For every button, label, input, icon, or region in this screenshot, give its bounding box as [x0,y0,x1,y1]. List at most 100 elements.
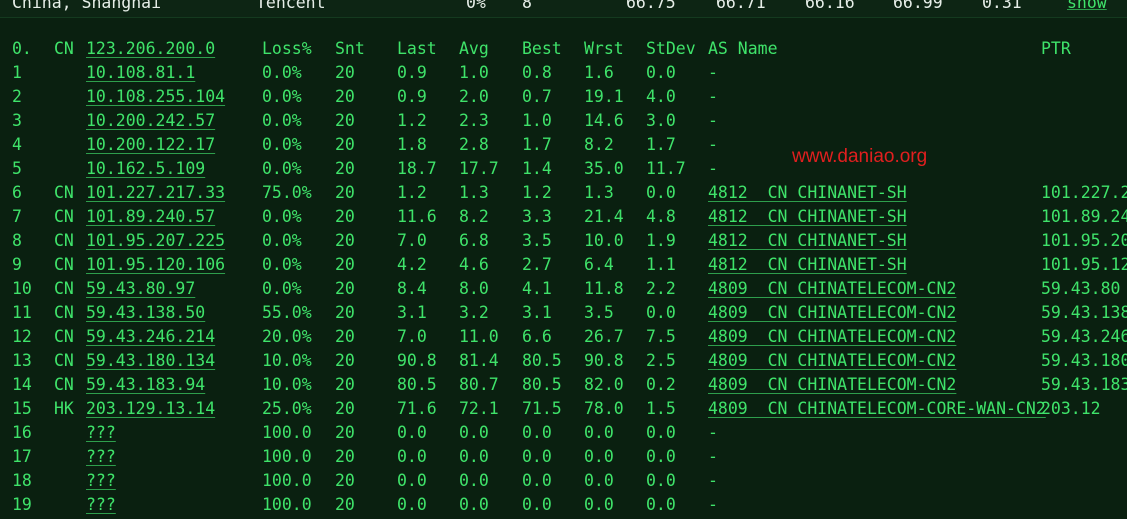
last-value: 0.0 [397,471,427,490]
hop-number: 15 [12,399,32,418]
as-name[interactable]: 4809 CN CHINATELECOM-CN2 [708,325,956,349]
best-value: 0.0 [522,495,552,514]
host-link[interactable]: 203.129.13.14 [86,397,215,421]
worst-value: 0.0 [584,471,614,490]
header-host-link[interactable]: 123.206.200.0 [86,37,215,61]
hop-number: 7 [12,207,22,226]
sent-value: 20 [335,63,355,82]
as-name[interactable]: 4812 CN CHINANET-SH [708,181,907,205]
as-name[interactable]: 4809 CN CHINATELECOM-CN2 [708,373,956,397]
loss-value: 25.0% [262,399,312,418]
hop-number: 13 [12,351,32,370]
stdev-value: 0.0 [646,471,676,490]
country-code: CN [54,303,74,322]
host-link[interactable]: 101.95.207.225 [86,229,225,253]
as-name[interactable]: 4812 CN CHINANET-SH [708,253,907,277]
as-name[interactable]: 4809 CN CHINATELECOM-CORE-WAN-CN2 [708,397,1046,421]
hop-number: 1 [12,63,22,82]
host-link[interactable]: ??? [86,421,116,445]
loss-value: 0.0% [262,111,302,130]
last-value: 8.4 [397,279,427,298]
host-link[interactable]: ??? [86,445,116,469]
hop-number: 17 [12,447,32,466]
loss-value: 20.0% [262,327,312,346]
header-stdev: StDev [646,39,696,58]
loss-value: 55.0% [262,303,312,322]
host-link[interactable]: 101.227.217.33 [86,181,225,205]
worst-value: 0.0 [584,423,614,442]
host-link[interactable]: ??? [86,493,116,517]
header-as-name: AS Name [708,39,778,58]
header-country: CN [54,39,74,58]
header-avg: Avg [459,39,489,58]
ptr-value: 101.227.2 [1041,183,1127,202]
as-name[interactable]: 4809 CN CHINATELECOM-CN2 [708,349,956,373]
sent-value: 20 [335,255,355,274]
best-value: 3.5 [522,231,552,250]
hop-number: 12 [12,327,32,346]
table-row: 5 10.162.5.109 0.0% 20 18.7 17.7 1.4 35.0 11.7 - [0,157,1127,181]
host-link[interactable]: 10.108.81.1 [86,61,195,85]
host-link[interactable]: 10.200.122.17 [86,133,215,157]
hop-number: 2 [12,87,22,106]
host-link[interactable]: 59.43.183.94 [86,373,205,397]
best-value: 80.5 [522,351,562,370]
host-link[interactable]: 59.43.246.214 [86,325,215,349]
hop-number: 8 [12,231,22,250]
best-value: 0.0 [522,447,552,466]
host-link[interactable]: 101.95.120.106 [86,253,225,277]
stdev-value: 0.0 [646,183,676,202]
loss-value: 100.0 [262,447,312,466]
header-ptr: PTR [1041,39,1071,58]
loss-value: 10.0% [262,351,312,370]
table-row: 9 CN 101.95.120.106 0.0% 20 4.2 4.6 2.7 6.4 1.1 48… [0,253,1127,277]
host-link[interactable]: 10.108.255.104 [86,85,225,109]
table-row: 3 10.200.242.57 0.0% 20 1.2 2.3 1.0 14.6 3.0 - [0,109,1127,133]
worst-value: 26.7 [584,327,624,346]
header-wrst: Wrst [584,39,624,58]
avg-value: 2.3 [459,111,489,130]
worst-value: 90.8 [584,351,624,370]
worst-value: 10.0 [584,231,624,250]
sent-value: 20 [335,495,355,514]
as-name[interactable]: 4812 CN CHINANET-SH [708,205,907,229]
loss-value: 100.0 [262,471,312,490]
worst-value: 0.0 [584,495,614,514]
as-name[interactable]: 4812 CN CHINANET-SH [708,229,907,253]
host-link[interactable]: 10.162.5.109 [86,157,205,181]
hop-number: 5 [12,159,22,178]
as-name: - [708,495,718,514]
hop-number: 19 [12,495,32,514]
last-value: 1.2 [397,111,427,130]
as-name[interactable]: 4809 CN CHINATELECOM-CN2 [708,301,956,325]
table-row: 8 CN 101.95.207.225 0.0% 20 7.0 6.8 3.5 10.0 1.9 4… [0,229,1127,253]
last-value: 0.0 [397,447,427,466]
table-row: 10 CN 59.43.80.97 0.0% 20 8.4 8.0 4.1 11.8 2.2 480… [0,277,1127,301]
as-name: - [708,447,718,466]
last-value: 0.0 [397,495,427,514]
worst-value: 8.2 [584,135,614,154]
worst-value: 1.3 [584,183,614,202]
host-link[interactable]: 59.43.180.134 [86,349,215,373]
watermark: www.daniao.org [792,146,928,167]
loss-value: 100.0 [262,423,312,442]
host-link[interactable]: 59.43.80.97 [86,277,195,301]
as-name[interactable]: 4809 CN CHINATELECOM-CN2 [708,277,956,301]
ptr-value: 59.43.183 [1041,375,1127,394]
summary-row: China, Shanghai Tencent 0% 8 66.75 66.71… [0,0,1127,17]
host-link[interactable]: ??? [86,469,116,493]
worst-value: 82.0 [584,375,624,394]
show-link[interactable]: show [1067,0,1107,15]
host-link[interactable]: 101.89.240.57 [86,205,215,229]
worst-value: 3.5 [584,303,614,322]
hop-number: 10 [12,279,32,298]
host-link[interactable]: 10.200.242.57 [86,109,215,133]
ptr-value: 101.95.12 [1041,255,1127,274]
as-name: - [708,159,718,178]
last-value: 7.0 [397,327,427,346]
avg-value: 8.2 [459,207,489,226]
best-value: 1.2 [522,183,552,202]
last-value: 18.7 [397,159,437,178]
host-link[interactable]: 59.43.138.50 [86,301,205,325]
country-code: CN [54,207,74,226]
